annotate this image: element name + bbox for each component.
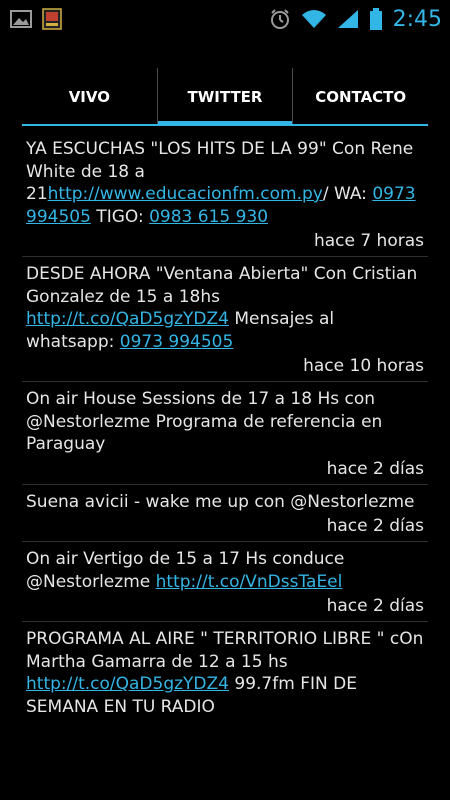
tab-underline xyxy=(22,124,428,126)
tweet-phone-link[interactable]: 0983 615 930 xyxy=(149,207,268,227)
tweet-text: PROGRAMA AL AIRE " TERRITORIO LIBRE " cO… xyxy=(26,628,424,718)
tweet-text: On air Vertigo de 15 a 17 Hs conduce @Ne… xyxy=(26,548,424,593)
app-notification-icon xyxy=(42,8,62,30)
tweet-link[interactable]: http://t.co/VnDssTaEel xyxy=(156,572,343,592)
wifi-icon xyxy=(301,9,327,29)
alarm-icon xyxy=(269,8,291,30)
status-bar: 2:45 xyxy=(0,0,450,38)
tweet-link[interactable]: http://t.co/QaD5gzYDZ4 xyxy=(26,309,229,329)
tweet-list[interactable]: YA ESCUCHAS "LOS HITS DE LA 99" Con Rene… xyxy=(22,132,428,722)
tweet-text-part: PROGRAMA AL AIRE " TERRITORIO LIBRE " cO… xyxy=(26,629,424,672)
tweet-timestamp: hace 7 horas xyxy=(313,231,424,251)
tweet-timestamp: hace 10 horas xyxy=(303,356,424,376)
battery-icon xyxy=(369,8,383,30)
signal-icon xyxy=(337,9,359,29)
list-item[interactable]: DESDE AHORA "Ventana Abierta" Con Cristi… xyxy=(22,257,428,382)
tab-contacto[interactable]: CONTACTO xyxy=(292,68,428,126)
tweet-text-part: TIGO: xyxy=(90,206,150,227)
list-item[interactable]: Suena avicii - wake me up con @Nestorlez… xyxy=(22,485,428,542)
tweet-text: On air House Sessions de 17 a 18 Hs con … xyxy=(26,389,383,454)
list-item[interactable]: On air House Sessions de 17 a 18 Hs con … xyxy=(22,382,428,485)
tweet-text-part: DESDE AHORA "Ventana Abierta" Con Cristi… xyxy=(26,264,418,307)
tweet-text-part: / WA: xyxy=(322,184,373,204)
tab-bar: VIVO TWITTER CONTACTO xyxy=(22,68,428,126)
tweet-timestamp: hace 2 días xyxy=(326,516,424,536)
tab-vivo[interactable]: VIVO xyxy=(22,68,157,126)
tweet-text: Suena avicii - wake me up con @Nestorlez… xyxy=(26,491,415,512)
tweet-link[interactable]: http://www.educacionfm.com.py xyxy=(48,184,323,204)
tweet-timestamp: hace 2 días xyxy=(326,596,424,616)
gallery-icon xyxy=(10,10,32,28)
tweet-timestamp: hace 2 días xyxy=(326,458,424,479)
list-item[interactable]: On air Vertigo de 15 a 17 Hs conduce @Ne… xyxy=(22,542,428,622)
tweet-text: YA ESCUCHAS "LOS HITS DE LA 99" Con Rene… xyxy=(26,138,424,228)
tab-twitter[interactable]: TWITTER xyxy=(156,68,293,126)
tweet-phone-link[interactable]: 0973 994505 xyxy=(120,332,234,352)
list-item[interactable]: YA ESCUCHAS "LOS HITS DE LA 99" Con Rene… xyxy=(22,132,428,257)
tweet-link[interactable]: http://t.co/QaD5gzYDZ4 xyxy=(26,674,229,694)
clock-time: 2:45 xyxy=(392,6,442,32)
list-item[interactable]: PROGRAMA AL AIRE " TERRITORIO LIBRE " cO… xyxy=(22,622,428,722)
tweet-text: DESDE AHORA "Ventana Abierta" Con Cristi… xyxy=(26,263,424,353)
